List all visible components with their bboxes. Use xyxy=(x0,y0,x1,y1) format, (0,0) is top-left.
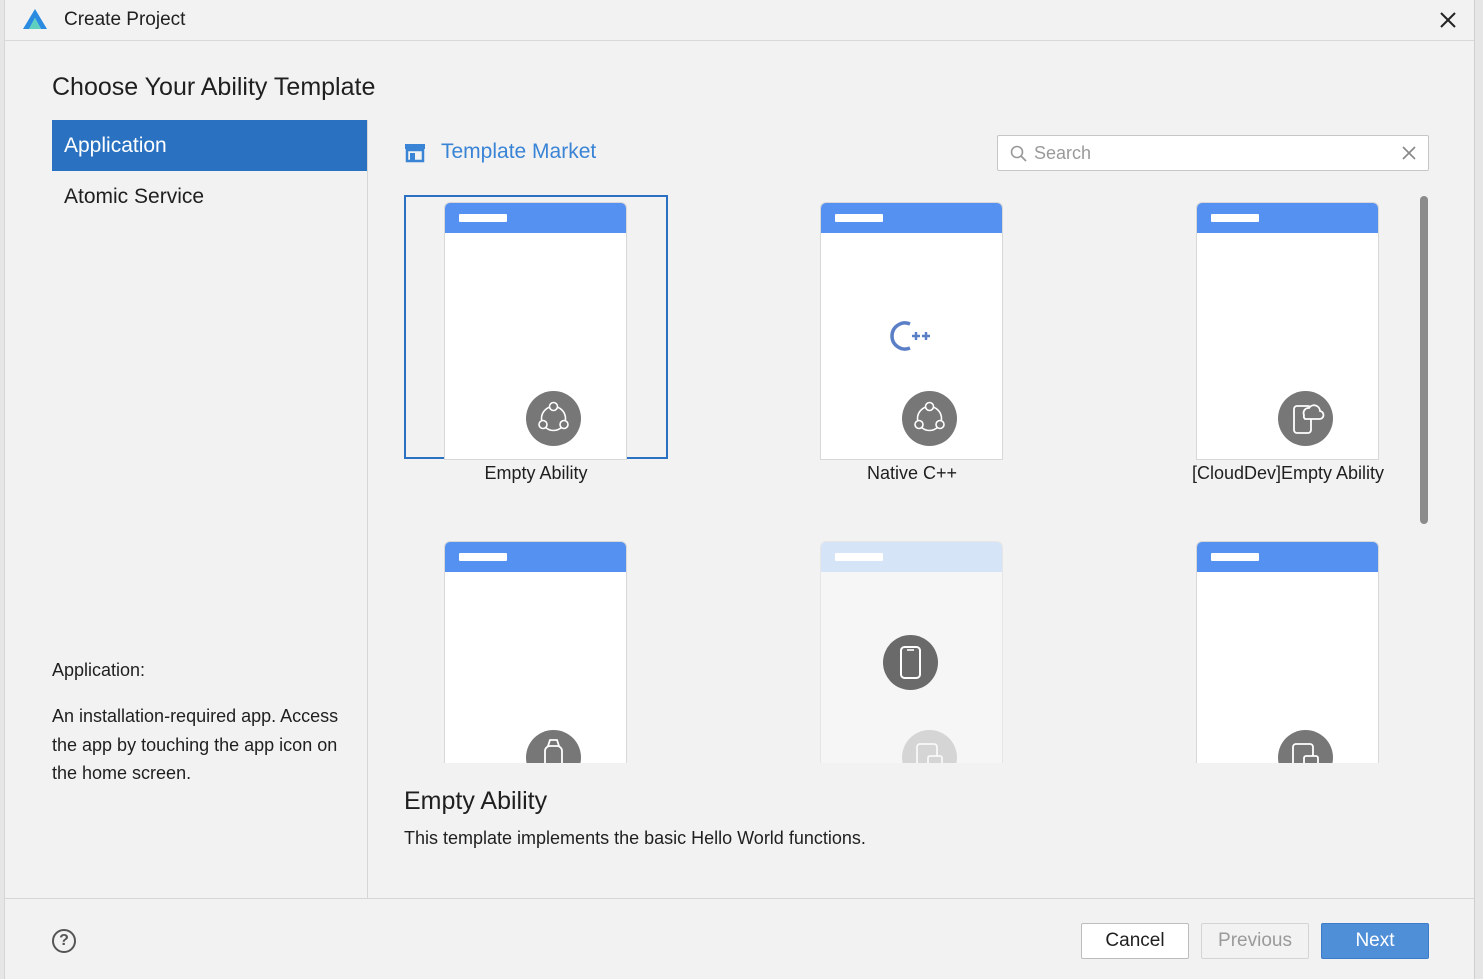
selected-template-title: Empty Ability xyxy=(404,787,548,815)
device-icon xyxy=(902,730,957,763)
template-grid-scrollbar[interactable] xyxy=(1420,196,1428,524)
template-market-label: Template Market xyxy=(441,140,597,163)
clear-search-icon[interactable] xyxy=(1400,144,1418,162)
phone-header-bar xyxy=(821,542,1002,572)
close-icon[interactable] xyxy=(1434,6,1462,34)
next-button[interactable]: Next xyxy=(1321,923,1429,959)
category-description-body: An installation-required app. Access the… xyxy=(52,706,339,783)
selected-template-description: This template implements the basic Hello… xyxy=(404,828,866,848)
phone-header-bar xyxy=(1197,203,1378,233)
phone-header-bar xyxy=(445,203,626,233)
app-logo-icon xyxy=(23,9,47,29)
category-nav: Application Atomic Service xyxy=(52,120,367,222)
template-label: Empty Ability xyxy=(484,463,588,483)
phone-header-bar xyxy=(1197,542,1378,572)
divider-horizontal xyxy=(5,898,1474,899)
phone-header-bar xyxy=(821,203,1002,233)
template-grid: Empty Ability Native C++ [CloudDev]Empty… xyxy=(385,190,1410,763)
template-label: Native C++ xyxy=(866,463,958,483)
page-title: Choose Your Ability Template xyxy=(52,73,376,101)
previous-button[interactable]: Previous xyxy=(1201,923,1309,959)
title-bar: Create Project xyxy=(5,0,1474,41)
nav-item-atomic-service[interactable]: Atomic Service xyxy=(52,171,367,222)
ability-icon xyxy=(902,391,957,446)
category-description-title: Application: xyxy=(52,660,146,680)
template-market-link[interactable]: Template Market xyxy=(404,140,596,164)
divider-vertical xyxy=(367,120,368,898)
search-icon xyxy=(1010,145,1027,162)
ability-icon xyxy=(526,391,581,446)
cpp-icon xyxy=(890,321,930,351)
window-title: Create Project xyxy=(64,9,186,30)
phone-header-bar xyxy=(445,542,626,572)
template-label: [CloudDev]Empty Ability xyxy=(1191,463,1385,483)
cloud-device-icon xyxy=(1278,391,1333,446)
search-box xyxy=(997,135,1429,171)
device-icon xyxy=(1278,730,1333,763)
phone-icon xyxy=(883,635,938,690)
help-icon[interactable]: ? xyxy=(52,929,76,953)
cancel-button[interactable]: Cancel xyxy=(1081,923,1189,959)
store-icon xyxy=(405,144,425,163)
window-edge-left xyxy=(0,0,5,979)
nav-item-application[interactable]: Application xyxy=(52,120,367,171)
window-edge-right xyxy=(1474,0,1483,979)
watch-icon xyxy=(526,730,581,763)
create-project-dialog: Create Project Choose Your Ability Templ… xyxy=(0,0,1483,979)
search-input[interactable] xyxy=(1034,142,1374,164)
